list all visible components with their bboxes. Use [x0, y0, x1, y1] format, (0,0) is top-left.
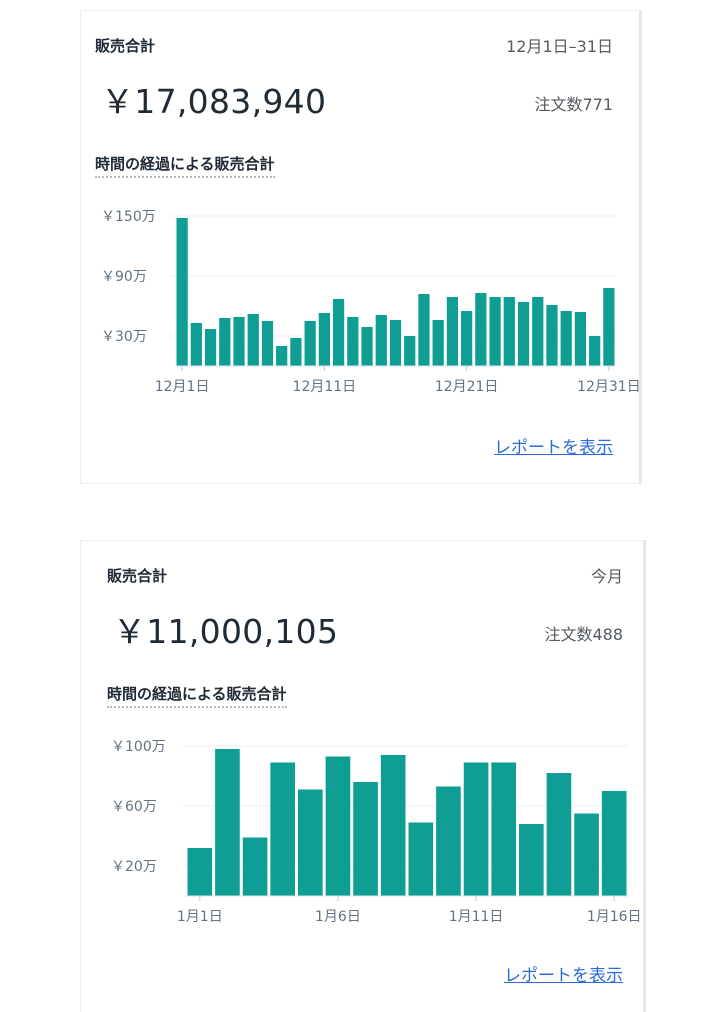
sales-total-amount: ￥17,083,940: [101, 82, 327, 121]
y-tick-label: ￥30万: [101, 329, 147, 345]
x-tick-label: 1月11日: [449, 909, 504, 925]
bar: [276, 346, 288, 366]
sales-over-time-chart: ￥100万 ￥60万 ￥20万 1月1日 1月6日 1月11日 1月16日: [111, 739, 642, 925]
bar: [408, 822, 434, 896]
bar: [560, 311, 572, 366]
y-tick-label: ￥90万: [101, 269, 147, 285]
bar: [247, 314, 259, 366]
bar: [361, 327, 373, 366]
bar: [190, 323, 202, 366]
bar: [261, 321, 274, 366]
bar: [461, 311, 473, 366]
bar: [290, 338, 302, 366]
bar: [304, 321, 316, 366]
view-report-link[interactable]: レポートを表示: [494, 433, 613, 458]
bar: [446, 297, 459, 366]
x-tick-label: 1月1日: [177, 909, 223, 925]
bar: [325, 756, 351, 896]
x-tick-label: 12月31日: [577, 379, 641, 395]
sales-over-time-chart: ￥150万 ￥90万 ￥30万 12月1日 12月11日 12月21日 12月31日: [101, 209, 641, 395]
bar: [546, 773, 572, 896]
bar: [380, 755, 406, 896]
bar: [532, 297, 544, 366]
bar: [242, 837, 268, 896]
bar: [219, 318, 231, 366]
bar: [418, 294, 430, 366]
order-count: 注文数771: [534, 95, 613, 114]
bar: [589, 336, 601, 366]
bar: [517, 302, 530, 366]
bar: [432, 320, 444, 366]
bar: [233, 317, 245, 366]
bar: [176, 218, 188, 366]
sales-total-card-december: 販売合計 12月1日–31日 ￥17,083,940 注文数771 時間の経過に…: [80, 10, 642, 484]
bar: [347, 317, 359, 366]
y-tick-label: ￥20万: [111, 859, 157, 875]
bar: [603, 288, 615, 366]
x-tick-label: 12月1日: [155, 379, 210, 395]
bar: [375, 315, 387, 366]
bar: [519, 824, 544, 896]
bar: [298, 789, 323, 896]
x-tick-label: 1月6日: [315, 909, 361, 925]
bar: [546, 305, 558, 366]
chart-subtitle: 時間の経過による販売合計: [95, 153, 275, 178]
x-tick-label: 12月11日: [293, 379, 357, 395]
bar: [574, 813, 599, 896]
y-tick-label: ￥100万: [111, 739, 166, 755]
bar: [475, 293, 487, 366]
date-range: 今月: [590, 567, 623, 586]
view-report-link[interactable]: レポートを表示: [504, 961, 623, 986]
bar: [389, 320, 402, 366]
y-tick-label: ￥150万: [101, 209, 156, 225]
bar: [489, 297, 501, 366]
y-tick-label: ￥60万: [111, 799, 157, 815]
bar: [215, 749, 240, 896]
card-title: 販売合計: [107, 567, 168, 585]
bar: [574, 312, 587, 366]
bar: [187, 848, 213, 896]
order-count: 注文数488: [544, 625, 623, 644]
bar: [204, 329, 217, 366]
bar: [503, 297, 515, 366]
sales-total-amount: ￥11,000,105: [113, 612, 339, 651]
x-tick-label: 1月16日: [587, 909, 642, 925]
bar: [436, 786, 461, 896]
card-title: 販売合計: [95, 37, 156, 55]
bar: [318, 313, 330, 366]
bar: [601, 791, 627, 896]
bar: [491, 762, 516, 896]
date-range: 12月1日–31日: [506, 37, 613, 56]
bar: [353, 782, 378, 896]
bar: [404, 336, 416, 366]
sales-total-card-this-month: 販売合計 今月 ￥11,000,105 注文数488 時間の経過による販売合計 …: [80, 540, 646, 1012]
x-tick-label: 12月21日: [435, 379, 499, 395]
bar: [270, 762, 295, 896]
bar: [463, 762, 489, 896]
bar: [332, 299, 345, 366]
chart-subtitle: 時間の経過による販売合計: [107, 683, 287, 708]
